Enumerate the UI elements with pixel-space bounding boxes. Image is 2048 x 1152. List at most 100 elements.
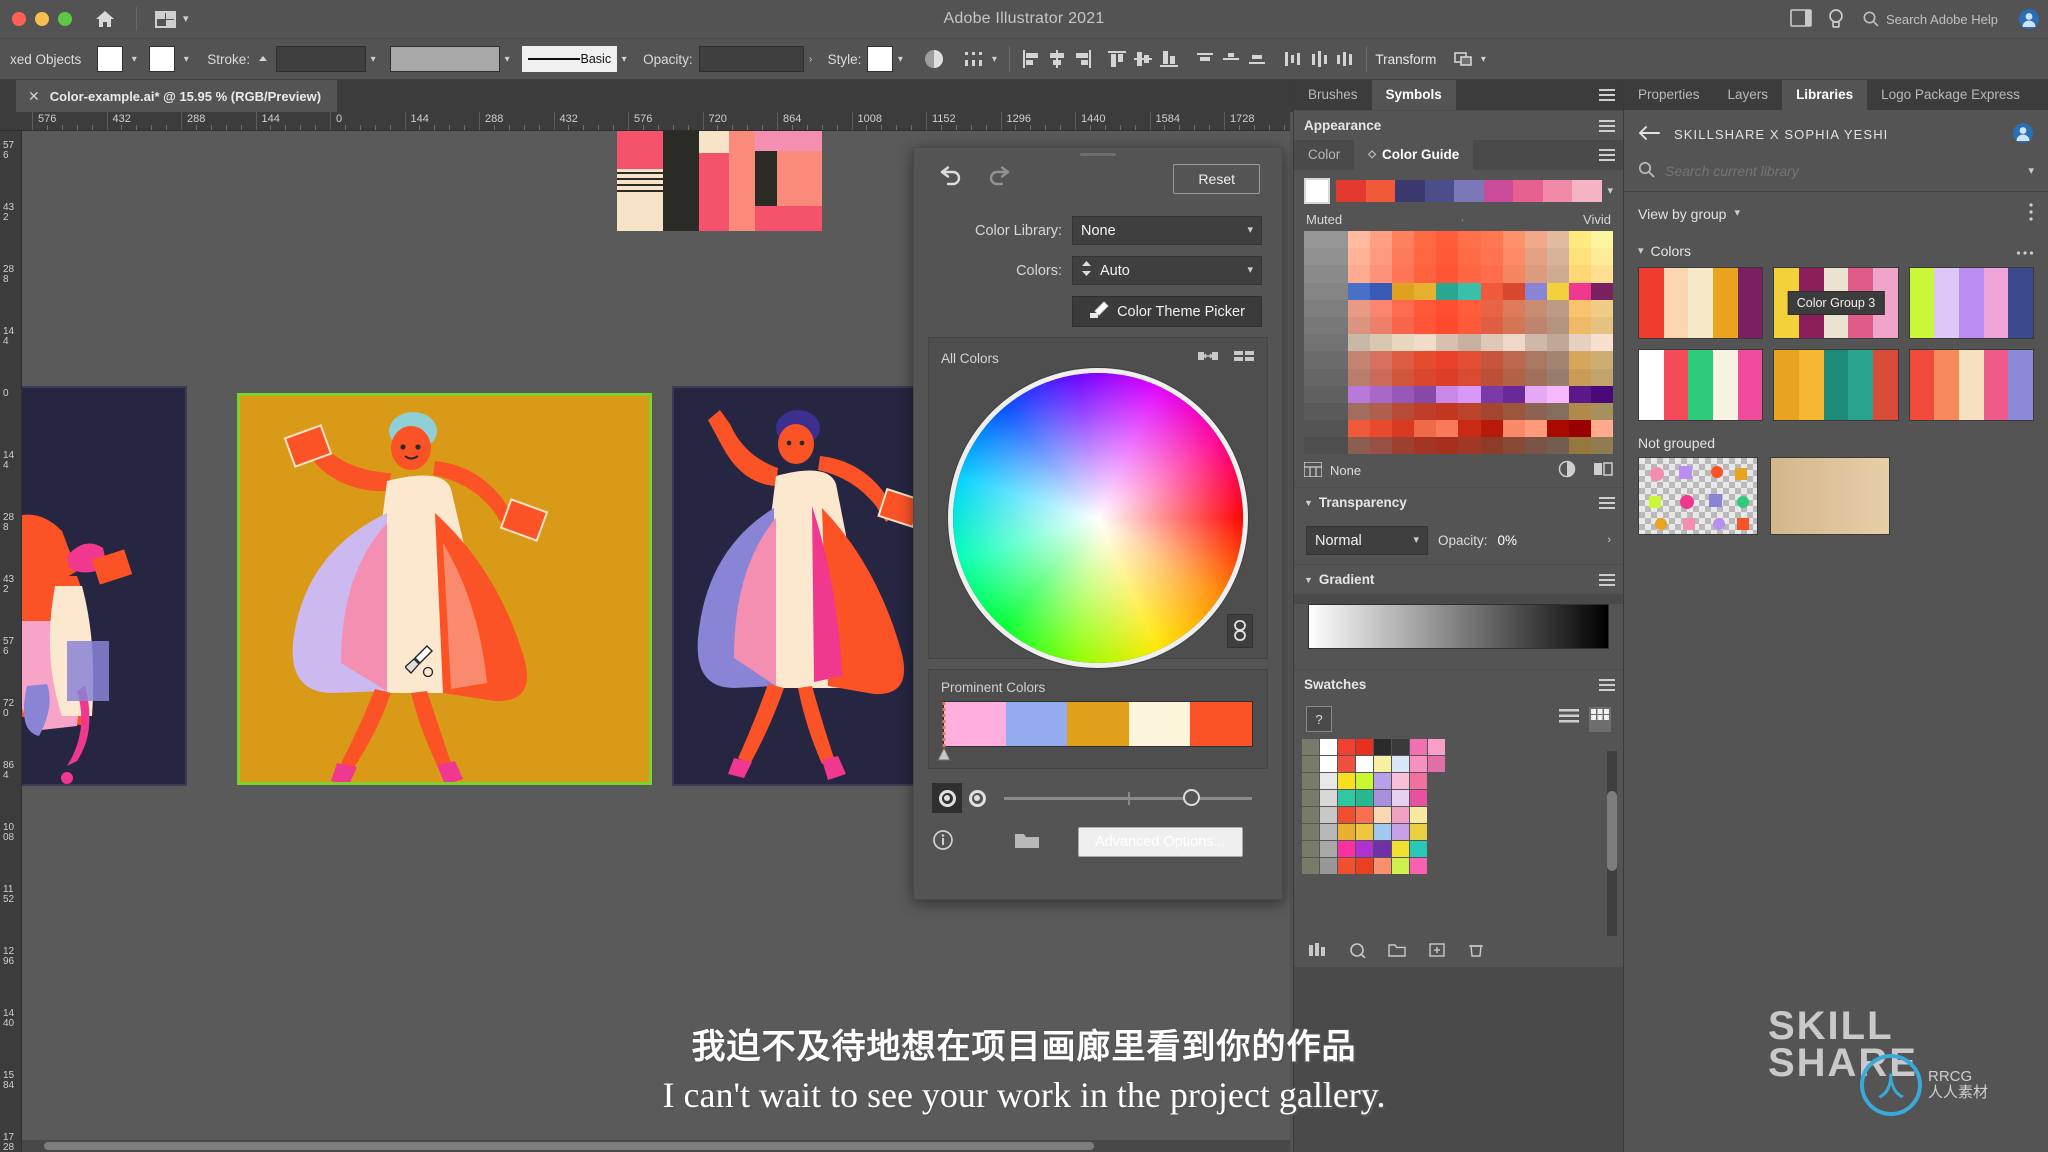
save-group-icon[interactable] [1303, 461, 1323, 480]
color-variation-swatch[interactable] [1480, 282, 1503, 300]
swatch-libraries-icon[interactable] [1308, 942, 1326, 963]
color-variation-swatch[interactable] [1524, 402, 1547, 421]
color-variation-swatch[interactable] [1568, 420, 1591, 438]
swatch[interactable] [1392, 756, 1409, 773]
color-variation-swatch[interactable] [1568, 299, 1591, 317]
color-wheel[interactable] [953, 373, 1243, 663]
swatch[interactable] [1410, 841, 1427, 858]
harmony-color-4[interactable] [1424, 180, 1454, 202]
swatch-folder-icon[interactable] [1302, 739, 1319, 756]
swatches-grid[interactable] [1294, 739, 1623, 875]
color-variation-swatch[interactable] [1590, 299, 1613, 317]
link-harmony-colors-icon[interactable] [1227, 614, 1253, 648]
color-variation-swatch[interactable] [1304, 402, 1327, 421]
artboard-3[interactable] [672, 386, 932, 786]
graphic-style-swatch[interactable] [867, 46, 894, 72]
color-variation-swatch[interactable] [1480, 437, 1503, 455]
color-variation-swatch[interactable] [1546, 402, 1569, 421]
harmony-color-6[interactable] [1483, 180, 1513, 202]
chevron-down-icon[interactable]: ▾ [987, 54, 1001, 65]
color-variation-swatch[interactable] [1414, 316, 1437, 335]
color-variation-swatch[interactable] [1326, 385, 1349, 403]
color-variation-swatch[interactable] [1348, 316, 1371, 335]
color-variation-swatch[interactable] [1436, 299, 1459, 317]
color-variation-swatch[interactable] [1502, 265, 1525, 283]
gradient-preview[interactable] [1308, 604, 1609, 650]
color-variation-swatch[interactable] [1524, 420, 1547, 438]
limit-colors-icon[interactable] [1593, 460, 1613, 481]
distribute-left-icon[interactable] [1280, 46, 1306, 72]
color-variation-swatch[interactable] [1370, 299, 1393, 317]
chevron-down-icon[interactable]: ▾ [893, 54, 907, 65]
color-variation-swatch[interactable] [1326, 368, 1349, 386]
color-variation-swatch[interactable] [1568, 368, 1591, 386]
color-variation-swatch[interactable] [1392, 265, 1415, 283]
workspace-switcher-icon[interactable] [1790, 8, 1812, 30]
swatch[interactable] [1320, 790, 1337, 807]
color-variation-swatch[interactable] [1590, 248, 1613, 266]
color-variation-swatch[interactable] [1370, 437, 1393, 455]
swatch-folder-icon[interactable] [1302, 756, 1319, 773]
canvas-horizontal-scrollbar[interactable] [22, 1140, 1290, 1152]
color-variation-swatch[interactable] [1370, 351, 1393, 369]
chevron-down-icon[interactable]: ▾ [1607, 185, 1613, 197]
recolor-slider[interactable] [1004, 788, 1252, 806]
color-variation-swatch[interactable] [1502, 231, 1525, 249]
color-variation-swatch[interactable] [1414, 368, 1437, 386]
swatch[interactable] [1410, 858, 1427, 875]
swatch[interactable] [1374, 739, 1391, 756]
show-all-swatches-icon[interactable]: ? [1306, 706, 1332, 733]
swatch[interactable] [1410, 773, 1427, 790]
color-variation-swatch[interactable] [1436, 351, 1459, 369]
color-variation-swatch[interactable] [1502, 385, 1525, 403]
color-variation-swatch[interactable] [1436, 368, 1459, 386]
color-variation-swatch[interactable] [1568, 231, 1591, 249]
color-variation-swatch[interactable] [1590, 351, 1613, 369]
delete-swatch-icon[interactable] [1468, 942, 1484, 963]
color-variation-swatch[interactable] [1524, 334, 1547, 352]
color-variation-swatch[interactable] [1414, 385, 1437, 403]
saturation-brightness-radio[interactable] [932, 783, 962, 813]
color-variation-swatch[interactable] [1524, 437, 1547, 455]
tan-gradient-swatch-item[interactable] [1770, 457, 1890, 535]
advanced-options-button[interactable]: Advanced Options... [1078, 827, 1243, 857]
swatch[interactable] [1374, 824, 1391, 841]
color-variation-swatch[interactable] [1392, 402, 1415, 421]
color-variation-swatch[interactable] [1546, 248, 1569, 266]
color-variation-swatch[interactable] [1480, 368, 1503, 386]
appearance-panel-header[interactable]: Appearance [1294, 110, 1623, 140]
color-group-card[interactable] [1638, 267, 1764, 339]
color-variation-swatch[interactable] [1414, 351, 1437, 369]
panel-menu-icon[interactable] [1599, 573, 1615, 590]
tab-color[interactable]: Color [1294, 140, 1354, 170]
color-variation-swatch[interactable] [1392, 282, 1415, 300]
scrollbar-thumb[interactable] [44, 1142, 1094, 1150]
align-left-icon[interactable] [1018, 46, 1044, 72]
color-variation-swatch[interactable] [1392, 351, 1415, 369]
color-variation-swatch[interactable] [1326, 299, 1349, 317]
color-variation-swatch[interactable] [1590, 368, 1613, 386]
color-variation-swatch[interactable] [1524, 265, 1547, 283]
color-variation-swatch[interactable] [1546, 316, 1569, 335]
disclosure-triangle-icon[interactable]: ▾ [1638, 245, 1644, 257]
close-icon[interactable]: ✕ [28, 88, 40, 105]
color-variation-swatch[interactable] [1392, 420, 1415, 438]
color-variation-swatch[interactable] [1546, 282, 1569, 300]
color-theme-picker-button[interactable]: Color Theme Picker [1072, 296, 1262, 327]
edit-colors-icon[interactable] [1557, 460, 1577, 481]
swatch[interactable] [1410, 756, 1427, 773]
new-color-group-icon[interactable] [1388, 942, 1406, 963]
color-variation-swatch[interactable] [1304, 265, 1327, 283]
color-wheel-disc[interactable] [953, 373, 1243, 663]
artboard-2-selected[interactable] [237, 393, 652, 785]
back-arrow-icon[interactable] [1638, 125, 1660, 144]
search-input[interactable] [1665, 163, 2019, 179]
harmony-color-9[interactable] [1572, 180, 1602, 202]
lightbulb-icon[interactable] [1826, 8, 1848, 30]
color-variation-swatch[interactable] [1392, 231, 1415, 249]
tab-brushes[interactable]: Brushes [1294, 80, 1372, 110]
redo-icon[interactable] [986, 165, 1014, 193]
swatch[interactable] [1374, 790, 1391, 807]
color-variation-swatch[interactable] [1546, 420, 1569, 438]
color-variation-swatch[interactable] [1590, 437, 1613, 455]
